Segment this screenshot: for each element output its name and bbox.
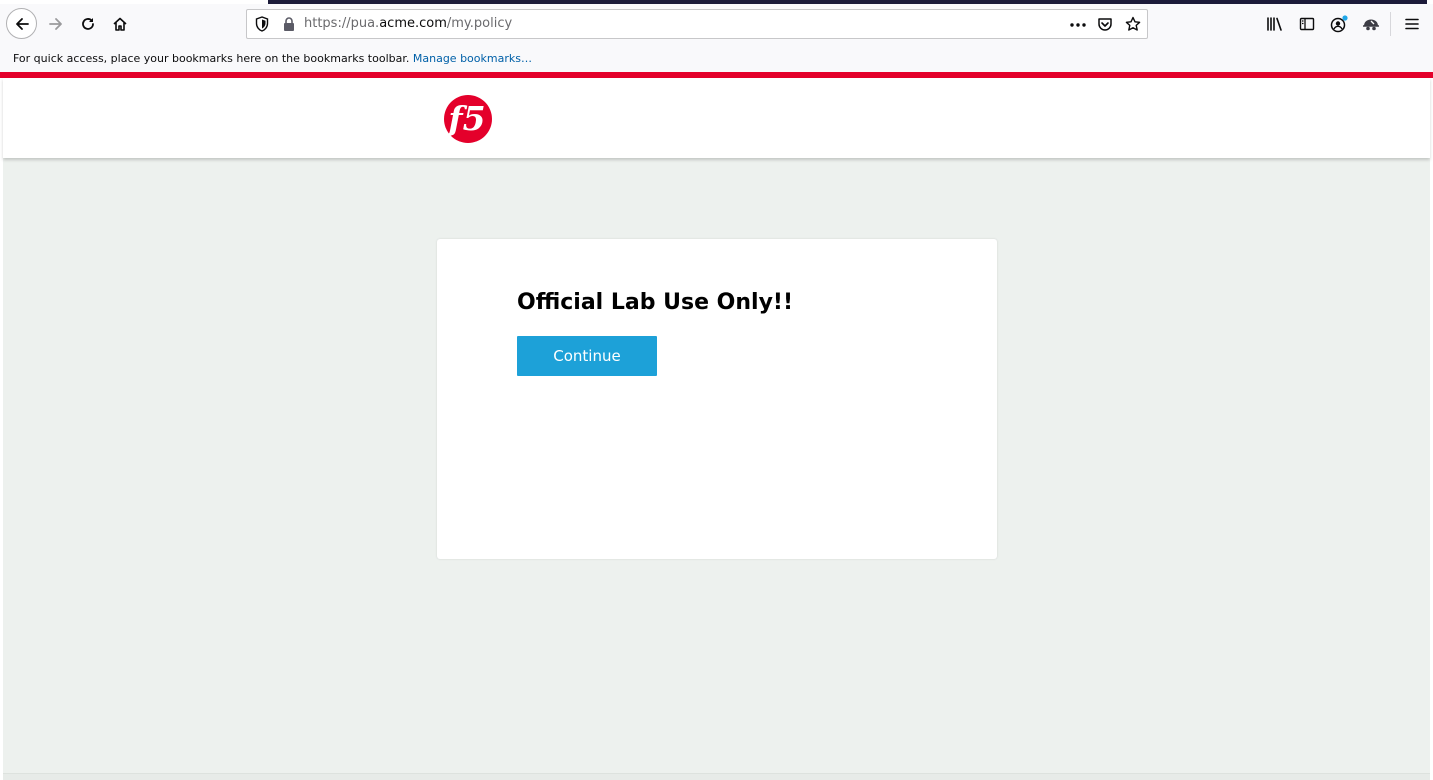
f5-logo: f5	[444, 95, 492, 143]
pocket-icon[interactable]	[1097, 16, 1113, 36]
library-button[interactable]	[1260, 8, 1290, 40]
url-prefix: https://pua.	[304, 16, 380, 31]
forward-icon	[49, 18, 62, 30]
sidebar-icon	[1299, 17, 1315, 31]
home-icon	[113, 17, 127, 31]
sidebar-button[interactable]	[1292, 8, 1322, 40]
page-title: Official Lab Use Only!!	[517, 290, 793, 315]
policy-card: Official Lab Use Only!! Continue	[437, 239, 997, 559]
account-button[interactable]	[1324, 8, 1354, 40]
lock-icon[interactable]	[283, 16, 295, 36]
bookmark-star-icon[interactable]	[1125, 16, 1141, 36]
page-footer-edge	[3, 773, 1430, 780]
bookmarks-hint-text: For quick access, place your bookmarks h…	[13, 52, 410, 65]
menu-icon	[1405, 18, 1419, 30]
url-text[interactable]: https://pua.acme.com/my.policy	[304, 16, 512, 31]
forward-button[interactable]	[40, 8, 72, 40]
library-icon	[1267, 17, 1282, 31]
url-bar[interactable]: https://pua.acme.com/my.policy	[246, 9, 1148, 39]
url-path: /my.policy	[446, 16, 513, 31]
extension-icon	[1363, 19, 1379, 31]
back-icon	[15, 17, 29, 30]
manage-bookmarks-link[interactable]: Manage bookmarks…	[413, 52, 532, 65]
window-left-edge	[0, 78, 3, 780]
reload-icon	[82, 18, 94, 30]
account-icon	[1330, 15, 1348, 33]
continue-button[interactable]: Continue	[517, 336, 657, 376]
reload-button[interactable]	[72, 8, 104, 40]
page-header: f5	[3, 78, 1430, 158]
navigation-toolbar: https://pua.acme.com/my.policy	[0, 4, 1433, 44]
bookmarks-toolbar: For quick access, place your bookmarks h…	[0, 44, 1433, 72]
toolbar-separator	[1390, 12, 1391, 36]
menu-button[interactable]	[1397, 8, 1427, 40]
page-actions-icon[interactable]	[1069, 17, 1087, 36]
tracking-protection-icon[interactable]	[255, 16, 269, 36]
extension-button[interactable]	[1356, 8, 1386, 40]
bookmarks-message: For quick access, place your bookmarks h…	[13, 45, 532, 73]
home-button[interactable]	[104, 8, 136, 40]
back-button[interactable]	[6, 8, 37, 39]
url-domain: acme.com	[379, 16, 447, 31]
logo-text: f5	[446, 99, 485, 138]
